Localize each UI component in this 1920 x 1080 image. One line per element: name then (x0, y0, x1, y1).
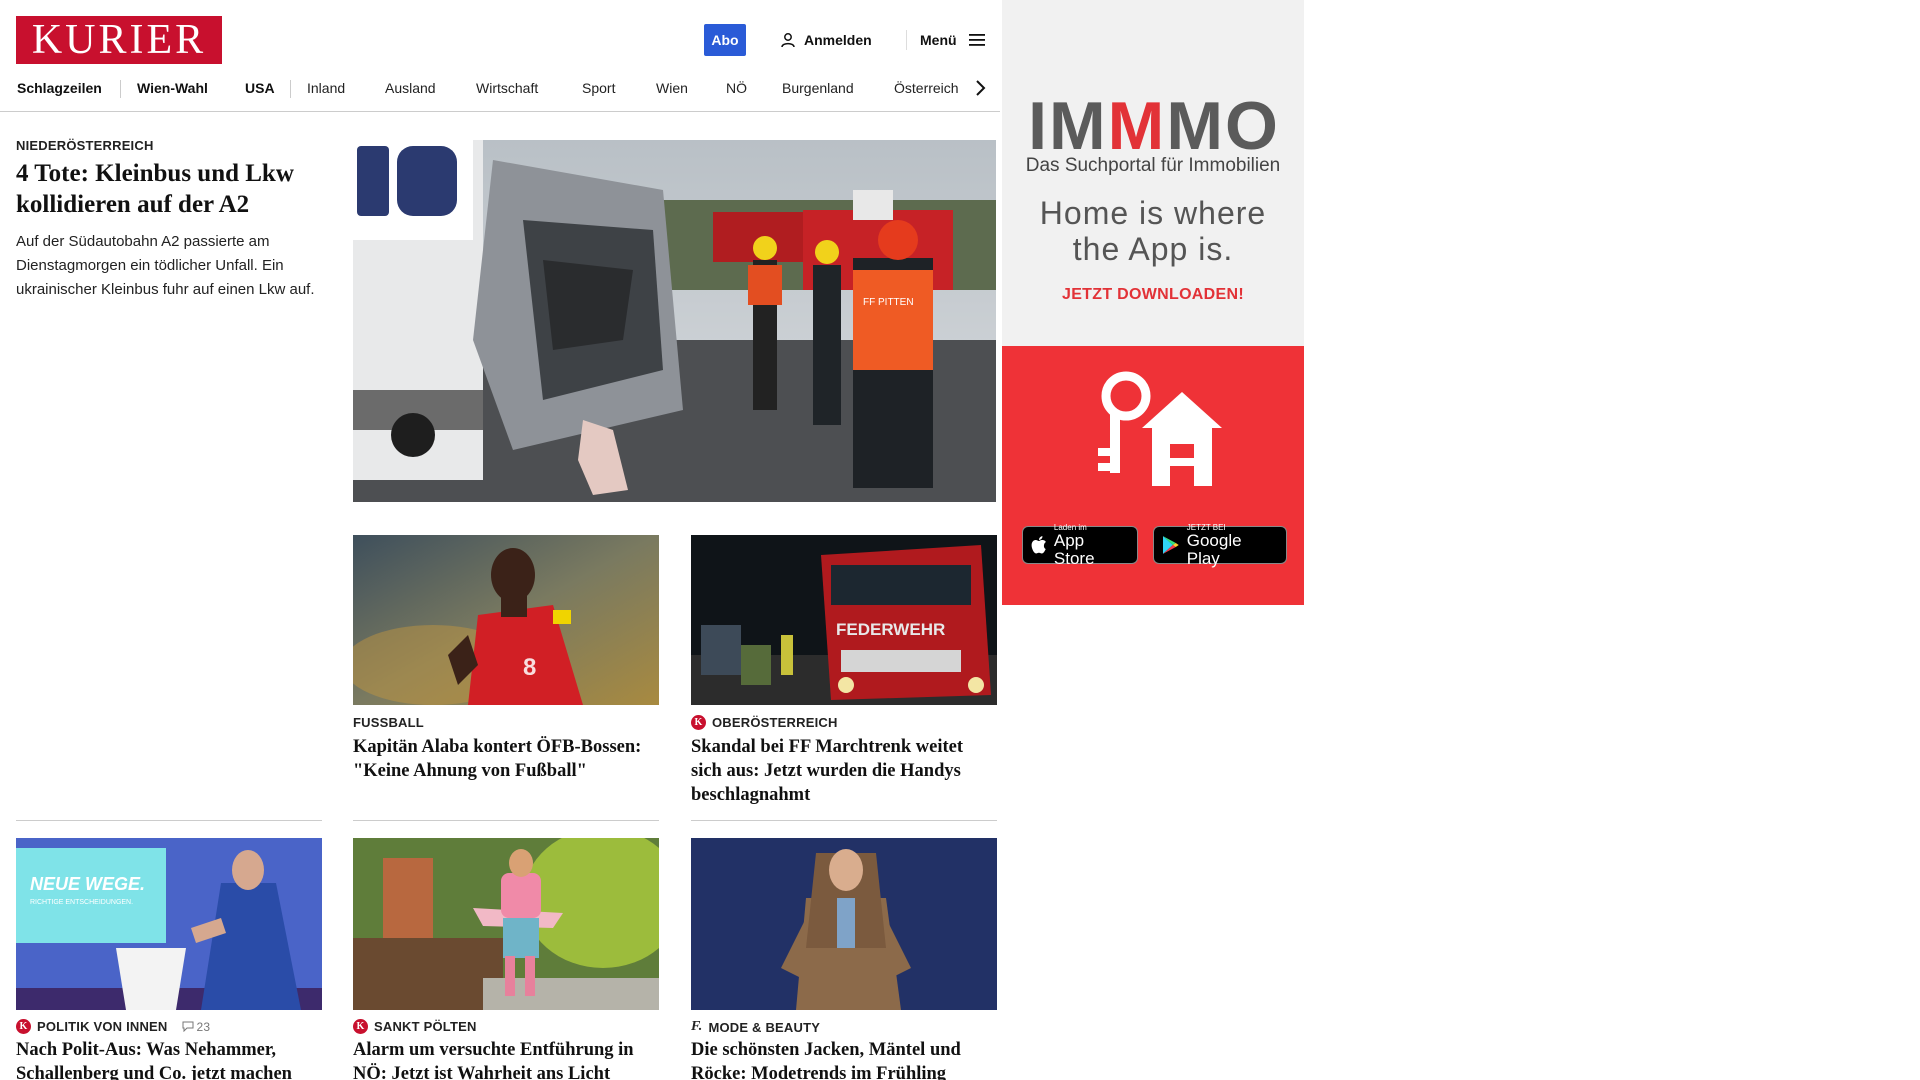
article-image-feuerwehr[interactable]: FEDERWEHR (691, 535, 997, 705)
immmo-logo: IMMMO (1028, 88, 1280, 164)
card-kicker[interactable]: K OBERÖSTERREICH (691, 715, 838, 730)
key-house-icon (1098, 371, 1222, 486)
truck-text: FEDERWEHR (836, 620, 945, 639)
nav-item-wien[interactable]: Wien (656, 72, 688, 104)
immmo-ad[interactable]: IMMMO Das Suchportal für Immobilien Home… (1002, 0, 1304, 605)
card-kicker-label: POLITIK VON INNEN (37, 1019, 168, 1034)
google-play-icon (1162, 536, 1179, 554)
menu-label: Menü (920, 32, 957, 48)
lead-teaser[interactable]: Auf der Südautobahn A2 passierte am Dien… (16, 230, 316, 302)
fashion-icon: f. (691, 1019, 703, 1034)
card-divider (353, 820, 659, 821)
svg-text:8: 8 (523, 654, 536, 681)
article-image-girl[interactable] (353, 838, 659, 1010)
chevron-right-icon[interactable] (970, 78, 990, 98)
nav-item-inland[interactable]: Inland (307, 72, 345, 104)
kurier-plus-icon: K (16, 1019, 31, 1034)
card-headline[interactable]: Skandal bei FF Marchtrenk weitet sich au… (691, 735, 995, 807)
card-headline[interactable]: Nach Polit-Aus: Was Nehammer, Schallenbe… (16, 1038, 320, 1080)
nav-item-wien-wahl[interactable]: Wien-Wahl (137, 72, 208, 104)
comment-icon (182, 1021, 194, 1032)
card-kicker[interactable]: FUSSBALL (353, 715, 424, 730)
card-headline[interactable]: Alarm um versuchte Entführung in NÖ: Jet… (353, 1038, 657, 1080)
nav-item-ausland[interactable]: Ausland (385, 72, 436, 104)
card-headline[interactable]: Kapitän Alaba kontert ÖFB-Bossen: "Keine… (353, 735, 657, 783)
ad-bottom-panel: Laden im App Store JETZT BEI Google Play (1002, 346, 1304, 605)
googleplay-text: JETZT BEI Google Play (1186, 522, 1242, 568)
article-image-fashion[interactable] (691, 838, 997, 1010)
card-kicker-label: FUSSBALL (353, 715, 424, 730)
nav-item-sport[interactable]: Sport (582, 72, 615, 104)
ad-top-panel: IMMMO Das Suchportal für Immobilien Home… (1002, 0, 1304, 346)
nav-item-wirtschaft[interactable]: Wirtschaft (476, 72, 538, 104)
nav-divider (120, 80, 121, 98)
card-kicker[interactable]: K POLITIK VON INNEN 23 (16, 1019, 210, 1034)
lead-headline[interactable]: 4 Tote: Kleinbus und Lkw kollidieren auf… (16, 158, 326, 220)
section-nav: Schlagzeilen Wien-Wahl USA Inland Auslan… (0, 72, 1000, 112)
comment-count-value: 23 (196, 1019, 211, 1034)
login-label: Anmelden (804, 32, 872, 48)
appstore-text: Laden im App Store (1053, 522, 1095, 568)
article-image-nehammer[interactable]: NEUE WEGE. RICHTIGE ENTSCHEIDUNGEN. (16, 838, 322, 1010)
nav-item-usa[interactable]: USA (245, 72, 275, 104)
appstore-button[interactable]: Laden im App Store (1022, 523, 1138, 567)
card-kicker-label: OBERÖSTERREICH (712, 715, 838, 730)
card-kicker[interactable]: K SANKT PÖLTEN (353, 1019, 477, 1034)
card-divider (16, 820, 322, 821)
user-icon (781, 33, 795, 48)
kurier-plus-icon: K (353, 1019, 368, 1034)
card-kicker[interactable]: f. MODE & BEAUTY (691, 1019, 820, 1035)
ad-subtitle: Das Suchportal für Immobilien (1025, 155, 1281, 176)
ad-headline: Home is where the App is. (1039, 195, 1267, 267)
abo-button[interactable]: Abo (704, 24, 746, 56)
apple-icon (1031, 535, 1046, 553)
lead-kicker[interactable]: NIEDERÖSTERREICH (16, 138, 154, 153)
nav-item-oesterreich[interactable]: Österreich (894, 72, 959, 104)
ad-cta-link[interactable]: JETZT DOWNLOADEN! (1002, 286, 1304, 304)
card-divider (691, 820, 997, 821)
article-image-alaba[interactable]: 8 (353, 535, 659, 705)
googleplay-button[interactable]: JETZT BEI Google Play (1153, 523, 1287, 567)
kurier-logo[interactable]: KURIER (16, 16, 222, 64)
header-divider (906, 30, 907, 50)
menu-button[interactable]: Menü (920, 24, 985, 56)
card-kicker-label: MODE & BEAUTY (708, 1019, 821, 1035)
kurier-plus-icon: K (691, 715, 706, 730)
comment-count[interactable]: 23 (182, 1020, 211, 1034)
nav-divider (290, 80, 291, 98)
nav-item-schlagzeilen[interactable]: Schlagzeilen (17, 72, 102, 104)
nav-item-noe[interactable]: NÖ (726, 72, 747, 104)
lead-image[interactable]: FF PITTEN (353, 140, 996, 502)
podium-subtext: RICHTIGE ENTSCHEIDUNGEN. (30, 899, 133, 906)
podium-text: NEUE WEGE. (30, 874, 145, 894)
hamburger-icon (968, 34, 985, 46)
card-headline[interactable]: Die schönsten Jacken, Mäntel und Röcke: … (691, 1038, 995, 1080)
nav-item-burgenland[interactable]: Burgenland (782, 72, 854, 104)
card-kicker-label: SANKT PÖLTEN (374, 1019, 477, 1034)
lead-image-sign-text: FF PITTEN (863, 297, 914, 308)
login-button[interactable]: Anmelden (780, 24, 872, 56)
